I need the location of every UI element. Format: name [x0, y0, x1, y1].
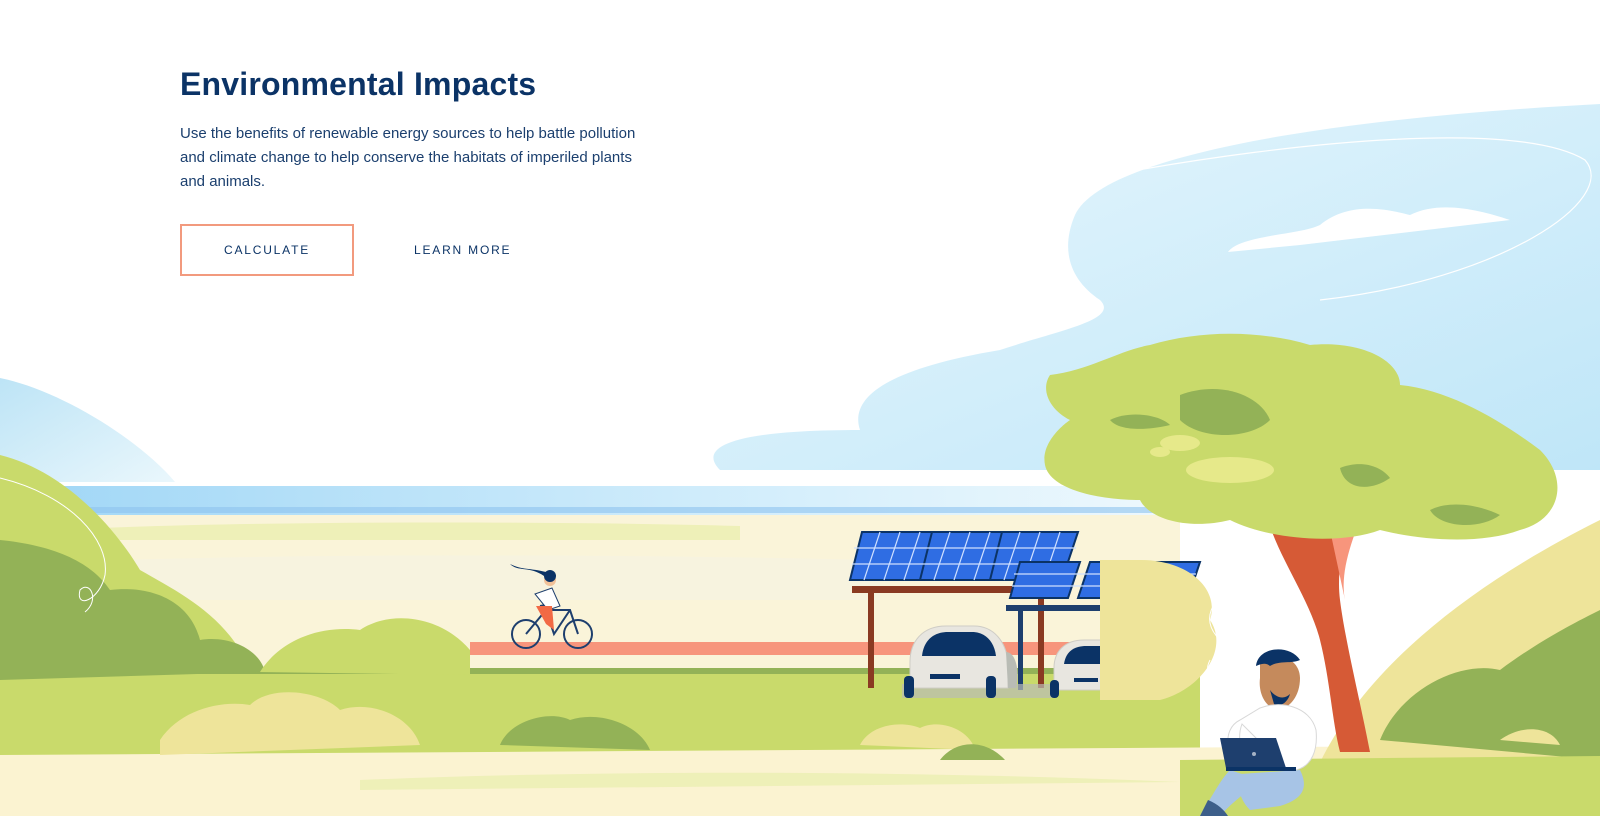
bike-path — [470, 642, 1150, 655]
calculate-button[interactable]: CALCULATE — [180, 224, 354, 276]
hero-text: Environmental Impacts Use the benefits o… — [180, 62, 640, 194]
person-with-laptop-icon — [1200, 649, 1317, 816]
hero-actions: CALCULATE LEARN MORE — [180, 224, 517, 276]
learn-more-button[interactable]: LEARN MORE — [408, 242, 517, 258]
hero-description: Use the benefits of renewable energy sou… — [180, 125, 636, 190]
page-title: Environmental Impacts — [180, 66, 537, 102]
